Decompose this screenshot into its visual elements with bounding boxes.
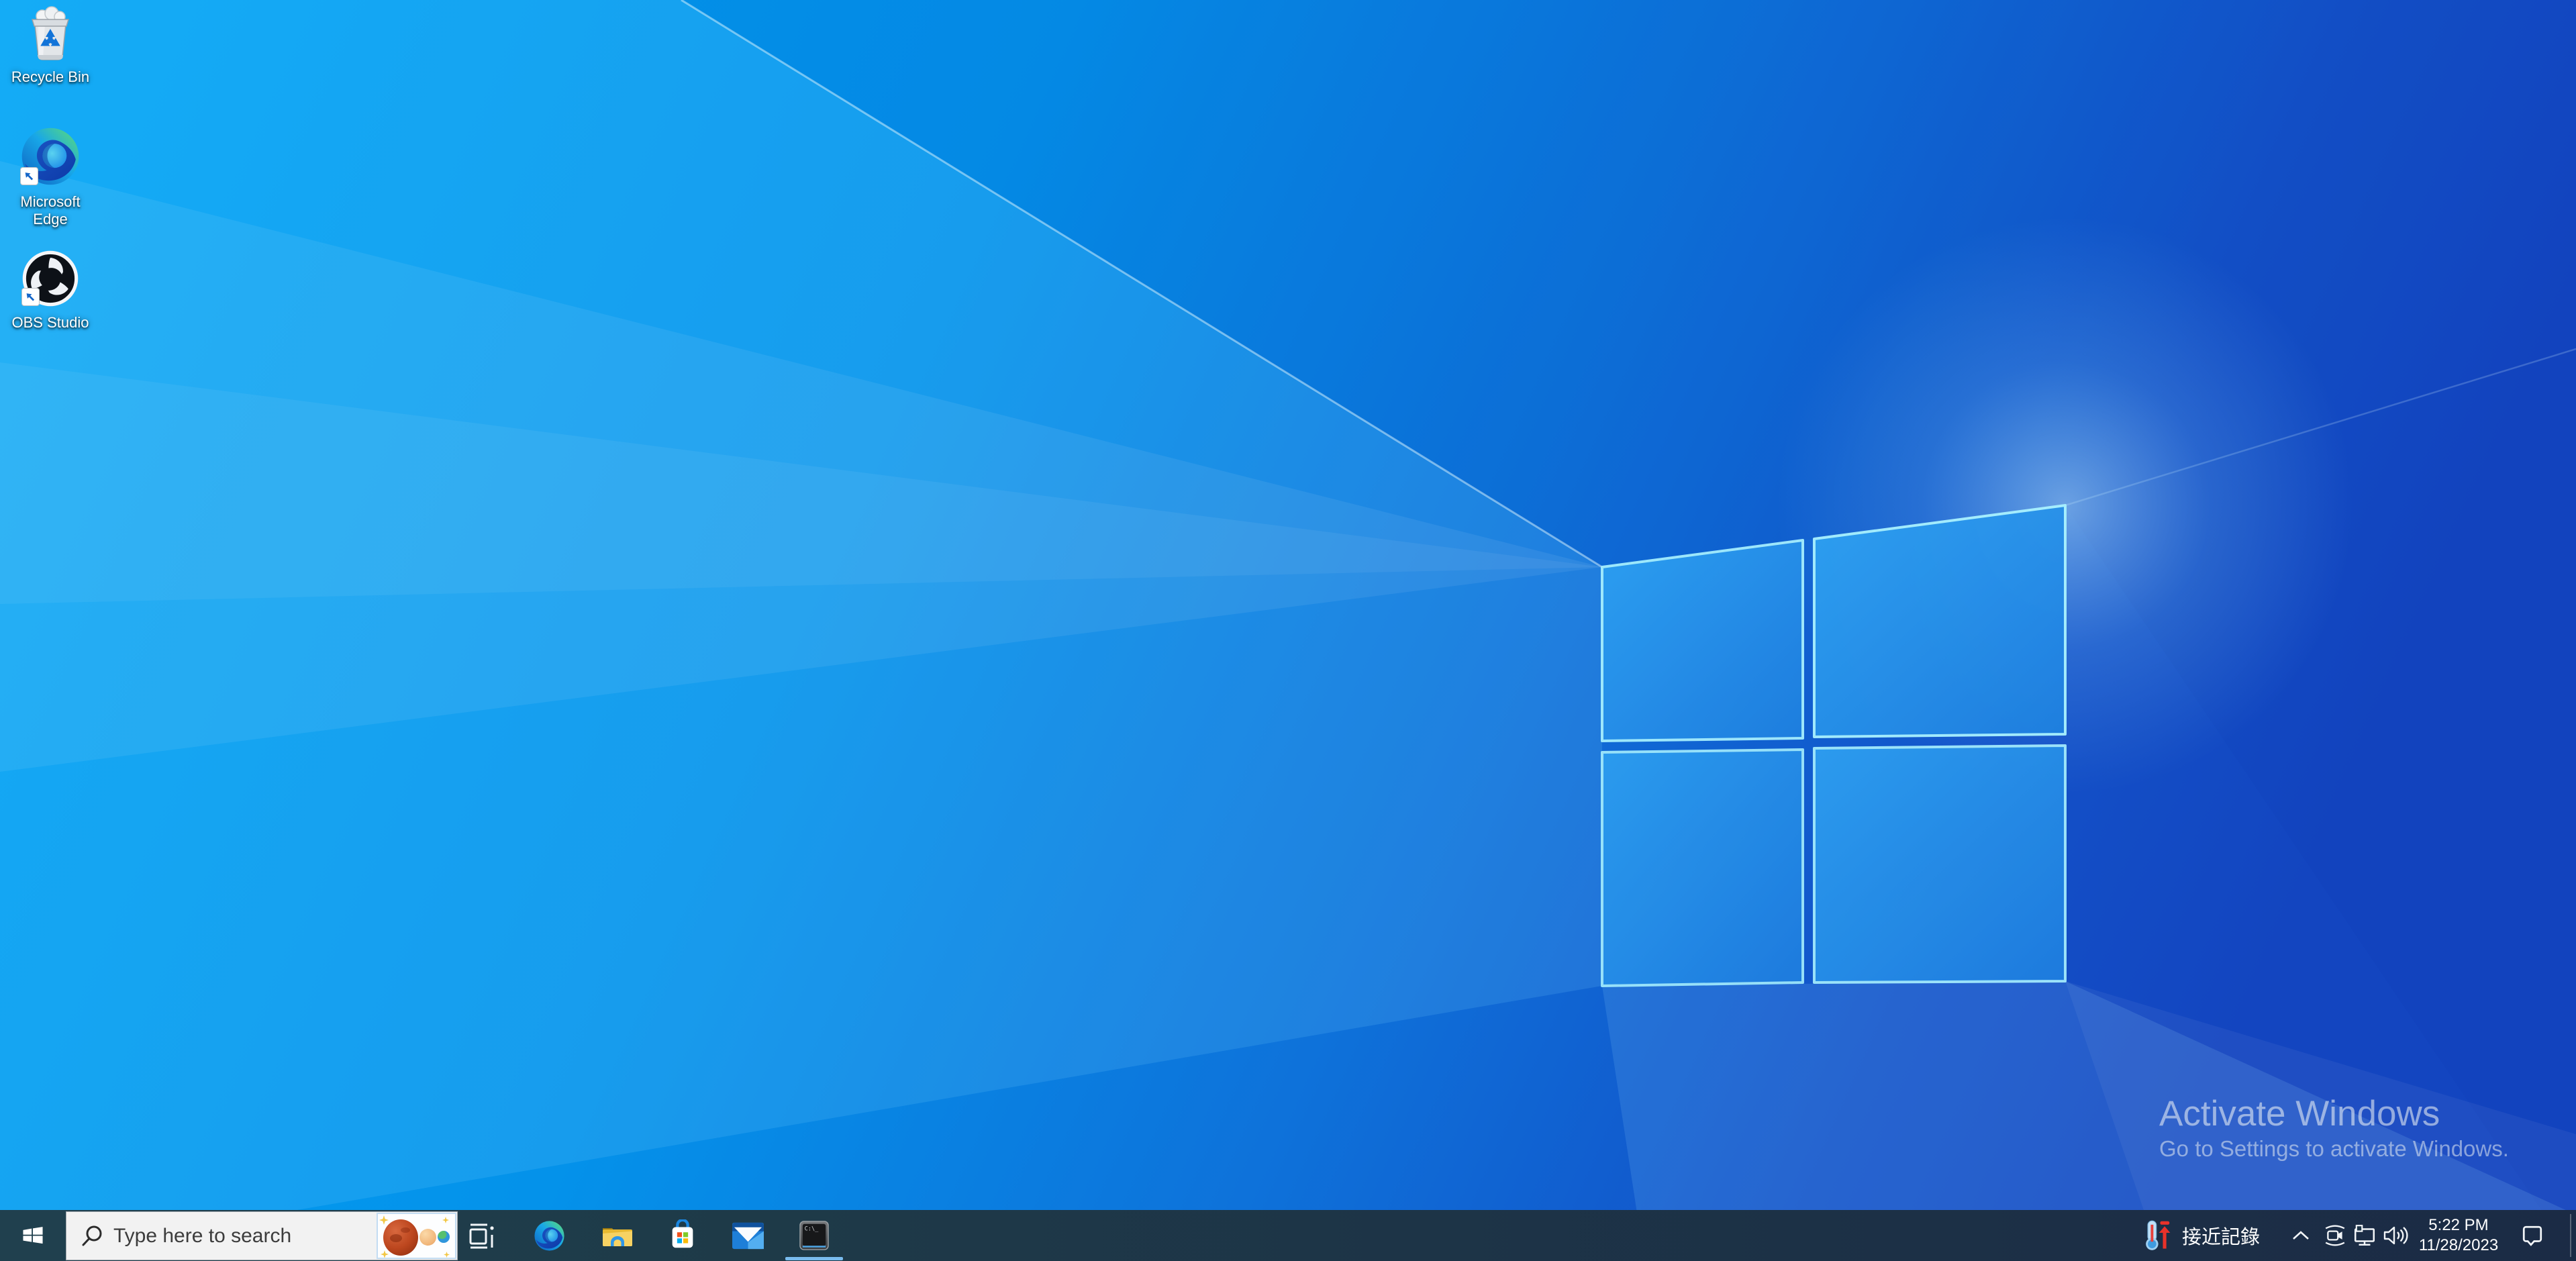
mars-planet-icon: [383, 1219, 418, 1256]
mail-icon: [732, 1222, 764, 1250]
microsoft-edge-icon: [534, 1220, 565, 1252]
temperature-widget-label[interactable]: 接近記錄: [2180, 1210, 2262, 1261]
shortcut-arrow-icon: [21, 288, 40, 306]
shortcut-arrow-icon: [20, 167, 38, 185]
taskbar-task-view-button[interactable]: [448, 1210, 515, 1261]
sparkle-icon: [379, 1215, 389, 1225]
microsoft-store-icon: [667, 1219, 698, 1252]
taskbar: C:\_ 接近記錄: [0, 1210, 2576, 1261]
clock-time: 5:22 PM: [2428, 1215, 2488, 1235]
clock-date: 11/28/2023: [2419, 1235, 2498, 1256]
watermark-subtitle: Go to Settings to activate Windows.: [2159, 1134, 2509, 1164]
watermark-title: Activate Windows: [2159, 1094, 2509, 1134]
taskbar-search[interactable]: [66, 1211, 458, 1260]
taskbar-edge-button[interactable]: [516, 1210, 583, 1261]
network-icon: [2352, 1223, 2377, 1248]
show-desktop-button[interactable]: [2570, 1214, 2571, 1257]
volume-icon: [2383, 1224, 2410, 1247]
meet-now-icon: [2324, 1224, 2346, 1247]
activate-windows-watermark: Activate Windows Go to Settings to activ…: [2159, 1094, 2509, 1164]
wallpaper-windows-light-rays: [0, 0, 2576, 1261]
svg-text:C:\_: C:\_: [804, 1225, 819, 1232]
taskbar-store-button[interactable]: [649, 1210, 715, 1261]
running-app-indicator: [785, 1257, 843, 1260]
recycle-bin-icon: [23, 5, 78, 62]
desktop-icon-obs-studio[interactable]: OBS Studio: [0, 250, 101, 332]
temperature-tray-icon[interactable]: [2144, 1220, 2172, 1251]
desktop-icon-recycle-bin[interactable]: Recycle Bin: [0, 5, 101, 86]
file-explorer-icon: [601, 1221, 634, 1250]
network-button[interactable]: [2350, 1210, 2379, 1261]
start-button[interactable]: [0, 1210, 66, 1261]
desktop-icon-label: OBS Studio: [9, 314, 92, 332]
meet-now-button[interactable]: [2321, 1210, 2349, 1261]
chevron-up-icon: [2291, 1229, 2311, 1242]
search-icon: [81, 1224, 105, 1248]
action-center-icon: [2521, 1224, 2544, 1247]
desktop: Recycle Bin Microsoft Edge OBS: [0, 0, 2576, 1261]
taskbar-mail-button[interactable]: [715, 1210, 781, 1261]
desktop-icon-label: Recycle Bin: [9, 68, 92, 86]
action-center-button[interactable]: [2517, 1210, 2548, 1261]
taskbar-command-prompt-button[interactable]: C:\_: [781, 1210, 847, 1261]
volume-button[interactable]: [2380, 1210, 2412, 1261]
windows-start-icon: [19, 1222, 46, 1249]
command-prompt-icon: C:\_: [799, 1221, 829, 1250]
small-planet-icon: [419, 1229, 436, 1246]
taskbar-clock[interactable]: 5:22 PM 11/28/2023: [2414, 1210, 2504, 1261]
task-view-icon: [468, 1221, 495, 1250]
sparkle-icon: [381, 1250, 389, 1258]
search-highlights-button[interactable]: [377, 1213, 456, 1259]
show-hidden-icons-button[interactable]: [2287, 1210, 2314, 1261]
desktop-icon-label: Microsoft Edge: [9, 193, 92, 228]
taskbar-file-explorer-button[interactable]: [584, 1210, 650, 1261]
desktop-icon-microsoft-edge[interactable]: Microsoft Edge: [0, 126, 101, 228]
